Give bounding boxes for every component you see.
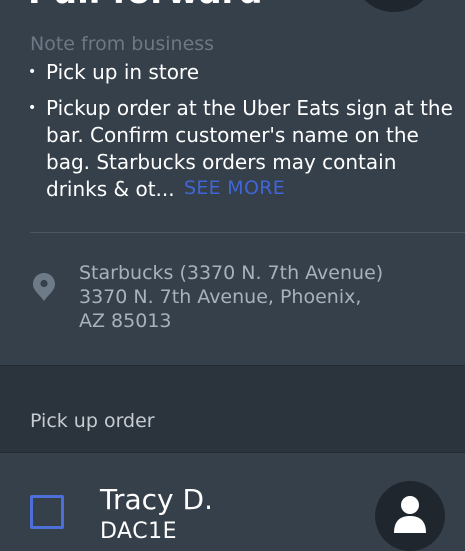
bullet-dot: •	[28, 64, 37, 80]
note-bullet-text: Pick up in store	[46, 60, 200, 84]
pickup-address: Starbucks (3370 N. 7th Avenue) 3370 N. 7…	[79, 261, 439, 333]
street-address: 3370 N. 7th Avenue, Phoenix,	[79, 286, 362, 308]
order-checkbox[interactable]	[30, 495, 64, 529]
divider	[30, 232, 465, 233]
note-label: Note from business	[30, 33, 215, 55]
section-header: Pick up order	[0, 365, 465, 453]
person-icon	[394, 496, 426, 533]
store-name: Starbucks (3370 N. 7th Avenue)	[79, 262, 384, 284]
page-title: Pull forward	[28, 0, 263, 12]
customer-avatar	[375, 481, 445, 551]
location-pin-icon	[33, 273, 55, 301]
section-label: Pick up order	[30, 410, 155, 432]
header-avatar	[355, 0, 433, 12]
see-more-button[interactable]: SEE MORE	[184, 177, 285, 199]
order-code: DAC1E	[100, 519, 177, 544]
note-bullet-item: • Pick up in store	[24, 59, 454, 86]
customer-name: Tracy D.	[100, 483, 213, 516]
city-zip: AZ 85013	[79, 310, 172, 332]
bullet-dot: •	[28, 100, 37, 116]
